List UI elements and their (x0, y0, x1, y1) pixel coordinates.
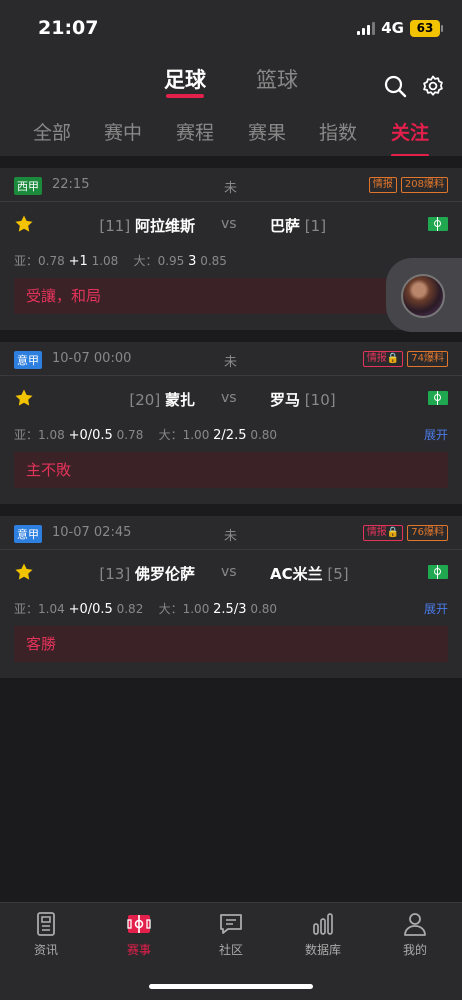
prediction-box[interactable]: 主不敗 (14, 452, 448, 488)
tab-followed[interactable]: 关注 (391, 118, 430, 157)
home-team: [11] 阿拉维斯 (99, 215, 195, 236)
vs-label: vs (221, 564, 237, 580)
star-icon[interactable] (14, 214, 34, 234)
league-badge: 意甲 (14, 525, 42, 543)
sport-tabs: 足球 篮球 (0, 64, 462, 104)
away-team: 巴萨 [1] (270, 215, 326, 236)
home-rank: [20] (129, 391, 161, 409)
home-name: 佛罗伦萨 (134, 565, 195, 583)
pitch-icon[interactable] (428, 565, 448, 579)
star-icon[interactable] (14, 388, 34, 408)
search-icon[interactable] (383, 74, 407, 98)
away-name: 巴萨 (270, 217, 301, 235)
home-rank: [13] (99, 565, 131, 583)
match-header: 意甲 10-07 02:45 未 情报🔒 76爆料 (0, 516, 462, 550)
home-rank: [11] (99, 217, 131, 235)
odds-row: 亚：1.08 +0/0.5 0.78 大：1.00 2/2.5 0.80 展开 (14, 426, 448, 443)
teams-row: [13] 佛罗伦萨 vs AC米兰 [5] (0, 550, 462, 596)
tab-profile[interactable]: 我的 (380, 911, 450, 958)
match-time: 10-07 02:45 (52, 525, 132, 540)
floating-avatar-button[interactable] (386, 258, 462, 332)
tab-schedule[interactable]: 赛程 (176, 118, 214, 145)
vs-label: vs (221, 216, 237, 232)
pitch-icon[interactable] (428, 217, 448, 231)
league-badge: 西甲 (14, 177, 42, 195)
home-team: [20] 蒙扎 (129, 389, 195, 410)
tips-count-tag[interactable]: 74爆料 (407, 351, 448, 367)
expand-button[interactable]: 展开 (424, 426, 448, 443)
gear-icon[interactable] (421, 74, 445, 98)
intel-tag[interactable]: 情报 (368, 177, 397, 193)
intel-tag[interactable]: 情报🔒 (362, 525, 404, 541)
home-name: 蒙扎 (164, 391, 195, 409)
intel-tag[interactable]: 情报🔒 (362, 351, 404, 367)
status-time: 21:07 (38, 17, 99, 39)
home-team: [13] 佛罗伦萨 (99, 563, 195, 584)
odds-row: 亚：1.04 +0/0.5 0.82 大：1.00 2.5/3 0.80 展开 (14, 600, 448, 617)
away-rank: [10] (304, 391, 336, 409)
match-time: 22:15 (52, 177, 90, 192)
tab-all[interactable]: 全部 (33, 118, 71, 145)
tab-basketball[interactable]: 篮球 (256, 64, 298, 94)
match-status: 未 (224, 529, 238, 544)
away-name: AC米兰 (270, 565, 323, 583)
tips-count-tag[interactable]: 76爆料 (407, 525, 448, 541)
vs-label: vs (221, 390, 237, 406)
away-team: AC米兰 [5] (270, 563, 349, 584)
away-name: 罗马 (270, 391, 301, 409)
profile-icon (404, 913, 426, 936)
match-card[interactable]: 意甲 10-07 00:00 未 情报🔒 74爆料 [20] 蒙扎 vs 罗马 … (0, 342, 462, 504)
tab-community[interactable]: 社区 (196, 911, 266, 958)
teams-row: [11] 阿拉维斯 vs 巴萨 [1] (0, 202, 462, 248)
away-rank: [5] (327, 565, 349, 583)
match-time: 10-07 00:00 (52, 351, 132, 366)
away-team: 罗马 [10] (270, 389, 336, 410)
home-name: 阿拉维斯 (134, 217, 195, 235)
match-header: 意甲 10-07 00:00 未 情报🔒 74爆料 (0, 342, 462, 376)
chat-icon (220, 914, 242, 934)
tab-news[interactable]: 资讯 (11, 911, 81, 958)
match-card[interactable]: 意甲 10-07 02:45 未 情报🔒 76爆料 [13] 佛罗伦萨 vs A… (0, 516, 462, 678)
pitch-icon[interactable] (428, 391, 448, 405)
filter-tabs: 全部 赛中 赛程 赛果 指数 关注 (0, 114, 462, 157)
match-header: 西甲 22:15 未 情报 208爆料 (0, 168, 462, 202)
star-icon[interactable] (14, 562, 34, 582)
match-status: 未 (224, 355, 238, 370)
tab-index[interactable]: 指数 (319, 118, 357, 145)
header: 足球 篮球 全部 赛中 赛程 赛果 指数 关注 (0, 56, 462, 157)
chart-icon (313, 913, 333, 935)
signal-icon (357, 21, 376, 35)
away-rank: [1] (304, 217, 327, 235)
league-badge: 意甲 (14, 351, 42, 369)
match-list: 西甲 22:15 未 情报 208爆料 [11] 阿拉维斯 vs 巴萨 [1] … (0, 156, 462, 678)
home-indicator[interactable] (149, 984, 313, 989)
tab-database[interactable]: 数据库 (288, 911, 358, 958)
status-bar: 21:07 4G 63 (0, 0, 462, 56)
tips-count-tag[interactable]: 208爆料 (400, 177, 448, 193)
network-type: 4G (381, 19, 404, 37)
expand-button[interactable]: 展开 (424, 600, 448, 617)
teams-row: [20] 蒙扎 vs 罗马 [10] (0, 376, 462, 422)
match-status: 未 (224, 181, 238, 196)
prediction-box[interactable]: 受讓，和局 (14, 278, 448, 314)
status-indicators: 4G 63 (357, 19, 443, 37)
news-icon (37, 912, 55, 936)
prediction-box[interactable]: 客勝 (14, 626, 448, 662)
tab-football[interactable]: 足球 (164, 64, 206, 98)
tab-matches[interactable]: 赛事 (104, 911, 174, 958)
match-icon (127, 915, 151, 933)
tab-results[interactable]: 赛果 (248, 118, 286, 145)
battery-icon: 63 (410, 19, 443, 37)
avatar (401, 274, 445, 318)
tab-live[interactable]: 赛中 (104, 118, 142, 145)
